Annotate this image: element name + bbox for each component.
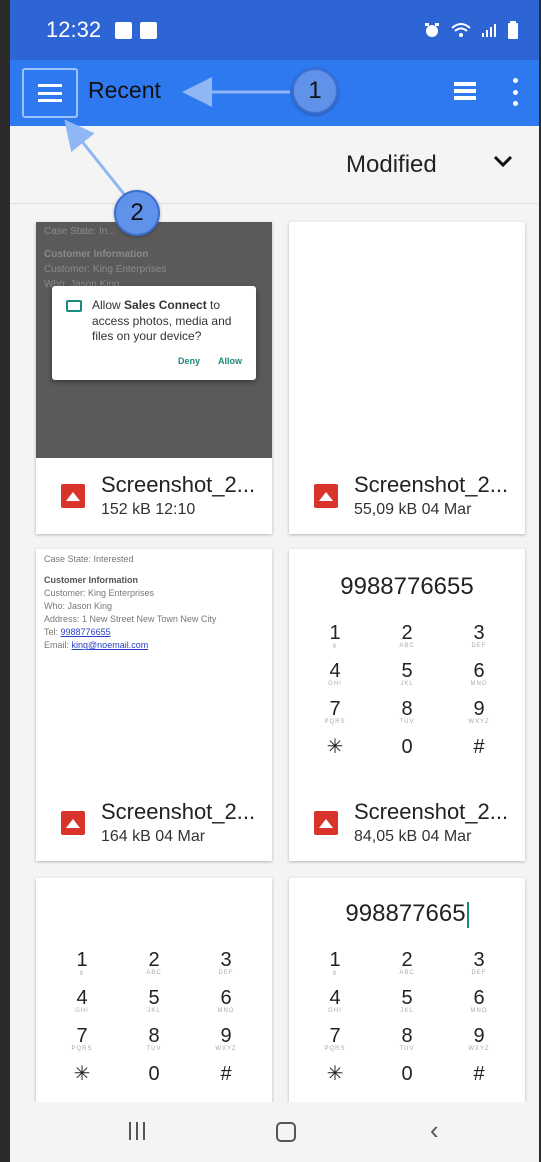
keypad-key: 9 WXYZ [468,1025,490,1052]
dialer-keypad: 1 Ⅱ 2 ABC 3 DEF 4 GHI 5 JKL 6 MNO 7 PQRS 8 TUV 9 WXYZ ✳ 0 # [299,950,515,1092]
file-meta: 164 kB 04 Mar [101,828,206,846]
list-view-icon[interactable] [454,82,476,102]
file-name: Screenshot_2... [354,472,509,498]
annotation-callout-2: 2 [114,190,160,236]
keypad-key: 6 MNO [217,987,235,1014]
file-name: Screenshot_2... [101,472,256,498]
allow-button: Allow [218,356,242,367]
folder-icon [66,300,82,312]
keypad-key: 2 ABC [399,949,415,976]
keypad-key: # [220,1063,232,1085]
dialed-number: 998877665 [289,900,525,928]
keypad-key: 9 WXYZ [468,698,490,725]
keypad-key: 6 MNO [470,987,488,1014]
image-file-icon [61,484,85,508]
keypad-key: 2 ABC [399,622,415,649]
file-caption: Screenshot_2... 55,09 kB 04 Mar [289,458,525,534]
chevron-down-icon[interactable] [492,150,514,172]
permission-dialog: Allow Sales Connect to access photos, me… [52,286,256,380]
file-name: Screenshot_2... [101,799,256,825]
keypad-key: # [473,736,485,758]
recent-apps-icon[interactable] [129,1122,145,1140]
annotation-callout-1: 1 [292,68,338,114]
keypad-key: 0 [148,1063,160,1085]
file-card[interactable]: Case State: Interested Customer Informat… [36,549,272,861]
keypad-key: 3 DEF [471,622,487,649]
file-thumbnail: Case State: In... Customer Information C… [36,222,272,458]
file-caption: Screenshot_2... 84,05 kB 04 Mar [289,785,525,861]
file-caption: Screenshot_2... 152 kB 12:10 [36,458,272,534]
page-title: Recent [88,77,161,103]
thumbnail-background-text: Case State: In... Customer Information C… [44,226,167,290]
wifi-icon [451,23,471,37]
dialer-keypad: 1 Ⅱ 2 ABC 3 DEF 4 GHI 5 JKL 6 MNO 7 PQRS 8 TUV 9 WXYZ ✳ 0 # [299,623,515,765]
image-file-icon [314,484,338,508]
hamburger-icon [38,84,62,102]
keypad-key: 7 PQRS [71,1025,93,1052]
gallery-notification-icon [115,21,133,39]
dialed-number: 9988776655 [340,573,474,600]
keypad-key: 4 GHI [75,987,89,1014]
keypad-key: 6 MNO [470,660,488,687]
keypad-key: 3 DEF [218,949,234,976]
keypad-key: 7 PQRS [324,1025,346,1052]
keypad-key: 8 TUV [399,698,415,725]
file-name: Screenshot_2... [354,799,509,825]
file-thumbnail [289,222,525,458]
file-thumbnail: 9988776655 1 Ⅱ 2 ABC 3 DEF 4 GHI 5 JKL 6 MNO 7 PQRS 8 T… [289,549,525,785]
home-icon[interactable] [276,1122,296,1142]
battery-icon [508,21,518,39]
keypad-key: ✳ [73,1063,91,1085]
file-meta: 152 kB 12:10 [101,501,196,519]
keypad-key: 4 GHI [328,987,342,1014]
file-caption: Screenshot_2... 164 kB 04 Mar [36,785,272,861]
keypad-key: 1Ⅱ [329,622,341,650]
keypad-key: ✳ [326,1063,344,1085]
keypad-key: 5 JKL [147,987,161,1014]
keypad-key: 1Ⅱ [329,949,341,977]
keypad-key: 1Ⅱ [76,949,88,977]
keypad-key: 3 DEF [471,949,487,976]
sort-label[interactable]: Modified [346,151,437,179]
more-options-icon[interactable] [513,78,519,106]
status-bar: 12:32 [10,0,539,60]
hamburger-menu-button[interactable] [22,68,78,118]
keypad-key: 5 JKL [400,987,414,1014]
keypad-key: 8 TUV [146,1025,162,1052]
signal-icon [482,24,496,37]
sort-bar: Modified [10,126,539,204]
back-icon[interactable]: ‹ [430,1115,439,1146]
file-meta: 84,05 kB 04 Mar [354,828,472,846]
file-card[interactable]: 9988776655 1 Ⅱ 2 ABC 3 DEF 4 GHI 5 JKL 6 MNO 7 PQRS 8 T… [289,549,525,861]
keypad-key: 7 PQRS [324,698,346,725]
image-file-icon [314,811,338,835]
keypad-key: 0 [401,736,413,758]
system-status-icons [423,21,519,39]
dialer-keypad: 1 Ⅱ 2 ABC 3 DEF 4 GHI 5 JKL 6 MNO 7 PQRS 8 TUV 9 WXYZ ✳ 0 # [46,950,262,1092]
image-file-icon [61,811,85,835]
keypad-key: 5 JKL [400,660,414,687]
keypad-key: 8 TUV [399,1025,415,1052]
system-nav-bar: ‹ [10,1102,539,1162]
phone-frame: 12:32 Recent Modified Case State: In... [0,0,541,1162]
file-card[interactable]: Screenshot_2... 55,09 kB 04 Mar [289,222,525,534]
notification-icons [115,21,158,39]
text-cursor [466,901,469,928]
deny-button: Deny [177,356,200,367]
keypad-key: ✳ [326,736,344,758]
keypad-key: 2 ABC [146,949,162,976]
keypad-key: # [473,1063,485,1085]
keypad-key: 0 [401,1063,413,1085]
file-card[interactable]: Case State: In... Customer Information C… [36,222,272,534]
status-time: 12:32 [46,17,102,42]
app-bar: Recent [10,60,539,126]
keypad-key: 9 WXYZ [215,1025,237,1052]
check-notification-icon [140,21,158,39]
file-thumbnail: Case State: Interested Customer Informat… [36,549,272,785]
file-meta: 55,09 kB 04 Mar [354,501,472,519]
keypad-key: 4 GHI [328,660,342,687]
alarm-icon [425,23,439,37]
